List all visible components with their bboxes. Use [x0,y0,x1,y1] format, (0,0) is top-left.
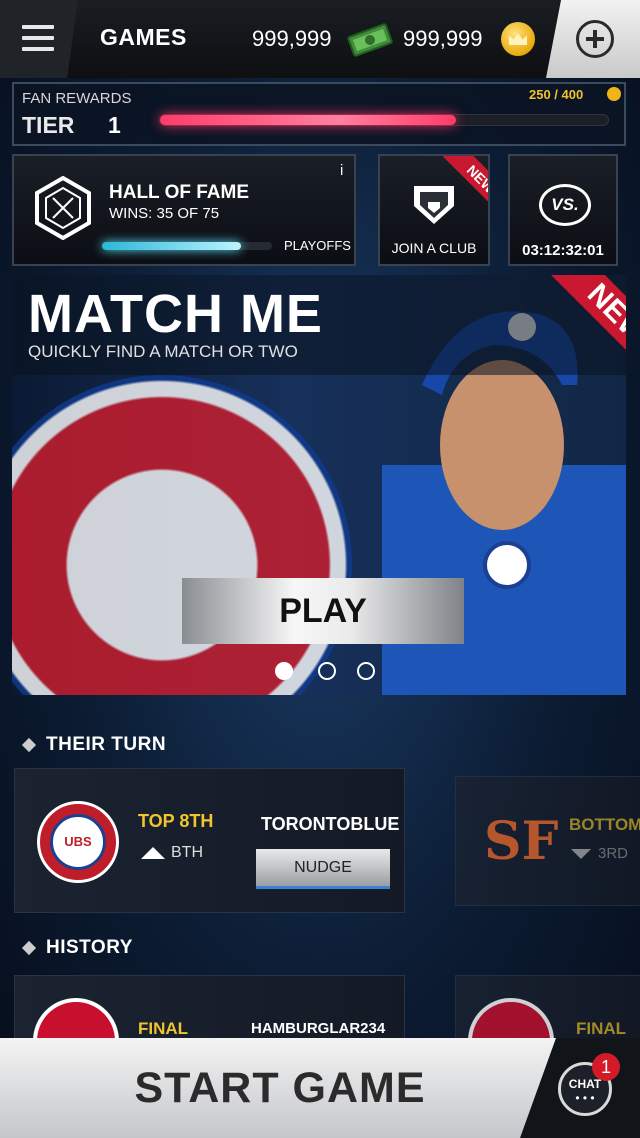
hall-of-fame-progress-fill [102,242,242,250]
hall-of-fame-progress-bar [102,242,272,250]
add-currency-button[interactable] [546,0,640,78]
opponent-name: TORONTOBLUE [261,814,400,834]
cash-balance: 999,999 [252,26,332,51]
their-turn-game-card[interactable]: SF BOTTOM 3RD [455,776,640,906]
hall-of-fame-title: HALL OF FAME [109,182,250,203]
chat-bubble-icon: • • • [575,1091,595,1105]
home-plate-icon [414,186,454,224]
their-turn-heading: THEIR TURN [46,734,167,755]
carousel-dot-3[interactable] [357,662,375,680]
tier-value: 1 [108,112,121,138]
match-me-title: MATCH ME [28,284,323,344]
start-game-button[interactable]: START GAME [0,1038,560,1138]
match-me-subtitle: QUICKLY FIND A MATCH OR TWO [28,342,298,361]
coin-icon [501,22,535,56]
cash-icon [347,23,393,57]
carousel-dot-2[interactable] [318,662,336,680]
fan-progress-bar [159,114,609,126]
game-inning-sub: 3RD [598,845,629,862]
section-bullet-icon [21,737,37,753]
giants-logo-icon: SF [484,811,559,872]
fan-rewards-label: FAN REWARDS [22,90,132,107]
match-me-banner[interactable]: MATCH ME QUICKLY FIND A MATCH OR TWO NEW… [12,275,626,695]
versus-icon: VS. [539,184,591,226]
top-bar: GAMES 999,999 999,999 [0,0,640,78]
carousel-dot-1[interactable] [275,662,293,680]
versus-tile[interactable]: VS. 03:12:32:01 [508,154,618,266]
coin-balance: 999,999 [403,26,483,51]
arrow-down-icon [571,849,591,859]
section-bullet-icon [21,940,37,956]
join-club-tile[interactable]: JOIN A CLUB NEW [378,154,490,266]
game-result: FINAL [576,1019,627,1038]
versus-timer: 03:12:32:01 [522,242,604,259]
hexagon-crossed-bats-icon [35,176,91,240]
team-logo-background [12,375,352,695]
history-heading: HISTORY [46,937,133,958]
cubs-logo-icon: UBS [37,801,119,883]
play-button[interactable]: PLAY [182,578,464,644]
chat-notification-badge: 1 [592,1053,620,1081]
fan-rewards-panel[interactable]: FAN REWARDS TIER 1 250 / 400 [12,82,626,146]
info-icon[interactable]: i [340,162,343,179]
game-inning-sub: BTH [171,844,203,861]
menu-button[interactable] [0,0,78,78]
plus-circle-icon [576,20,614,58]
tier-label: TIER [22,112,75,138]
hall-of-fame-tile[interactable]: HALL OF FAME WINS: 35 OF 75 i PLAYOFFS [12,154,356,266]
game-inning: TOP 8TH [138,811,214,831]
their-turn-game-card[interactable]: UBS TOP 8TH BTH TORONTOBLUE NUDGE [14,768,405,913]
join-club-label: JOIN A CLUB [391,240,477,256]
nudge-button[interactable]: NUDGE [256,849,390,889]
coin-icon [607,87,621,101]
opponent-name: HAMBURGLAR234 [251,1020,386,1037]
hall-of-fame-next-label: PLAYOFFS [284,238,351,253]
game-result: FINAL [138,1019,189,1038]
fan-progress-fill [160,115,456,125]
page-title: GAMES [100,24,187,50]
arrow-up-icon [141,847,165,859]
hall-of-fame-wins: WINS: 35 OF 75 [109,205,220,222]
game-inning: BOTTOM [569,815,640,834]
fan-progress-text: 250 / 400 [529,87,584,102]
